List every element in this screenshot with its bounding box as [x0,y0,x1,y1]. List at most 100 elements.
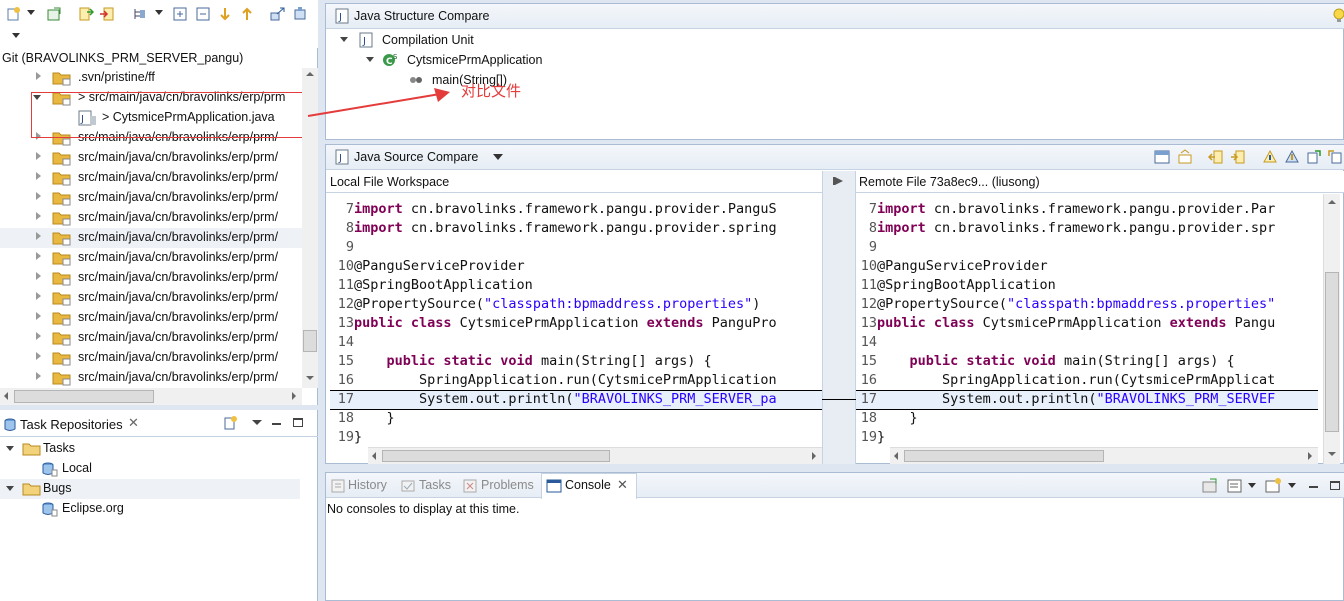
chevron-down-icon[interactable] [155,10,163,15]
scroll-down-icon[interactable] [306,376,314,380]
scroll-right-icon[interactable] [1308,452,1312,460]
chevron-down-icon[interactable] [27,10,35,15]
copy-right-icon[interactable] [1230,149,1246,165]
tab-tasks[interactable]: Tasks [419,478,451,492]
expand-arrow-icon[interactable] [36,332,41,340]
collapse-arrow-icon[interactable] [6,446,14,451]
open-console-icon[interactable] [1227,478,1243,494]
tree-layout-icon[interactable] [132,6,148,22]
add-repository-icon[interactable] [222,415,238,431]
expand-arrow-icon[interactable] [36,152,41,160]
layout-icon[interactable] [1154,149,1170,165]
local-horizontal-scrollbar[interactable] [368,447,822,464]
remote-horizontal-scrollbar[interactable] [890,447,1318,464]
tab-console[interactable]: Console [565,478,611,492]
scroll-down-icon[interactable] [1328,452,1336,456]
scroll-thumb[interactable] [904,450,1104,462]
tree-item[interactable]: src/main/java/cn/bravolinks/erp/prm/ [0,188,302,208]
expand-arrow-icon[interactable] [36,312,41,320]
tab-history[interactable]: History [348,478,387,492]
scroll-right-icon[interactable] [812,452,816,460]
structure-class[interactable]: CytsmicePrmApplication [407,53,542,67]
commit-icon[interactable] [78,6,94,22]
scroll-left-icon[interactable] [372,452,376,460]
expand-arrow-icon[interactable] [36,352,41,360]
scroll-up-icon[interactable] [1328,200,1336,204]
open-type-icon[interactable] [46,6,62,22]
expand-arrow-icon[interactable] [340,37,348,42]
next-change-icon[interactable] [1306,149,1322,165]
next-diff-icon[interactable] [1262,149,1278,165]
close-icon[interactable]: ✕ [128,415,139,431]
tree-item[interactable]: src/main/java/cn/bravolinks/erp/prm/ [0,248,302,268]
chevron-down-icon[interactable] [1288,483,1296,488]
copy-arrow-icon[interactable] [833,175,845,187]
view-menu-chevron-icon[interactable] [12,33,20,38]
tree-item[interactable]: src/main/java/cn/bravolinks/erp/prm/ [0,308,302,328]
expand-arrow-icon[interactable] [366,57,374,62]
structure-root[interactable]: Compilation Unit [382,33,474,47]
tab-problems[interactable]: Problems [481,478,534,492]
copy-left-icon[interactable] [1208,149,1224,165]
scroll-left-icon[interactable] [4,392,8,400]
scroll-right-icon[interactable] [292,392,296,400]
collapse-arrow-icon[interactable] [6,486,14,491]
explorer-horizontal-scrollbar[interactable] [0,388,302,405]
tree-item[interactable]: src/main/java/cn/bravolinks/erp/prm/ [0,228,302,248]
expand-arrow-icon[interactable] [36,212,41,220]
close-icon[interactable]: ✕ [617,477,628,493]
tree-item[interactable]: src/main/java/cn/bravolinks/erp/prm/ [0,328,302,348]
tree-item[interactable]: src/main/java/cn/bravolinks/erp/prm/ [0,288,302,308]
tree-item[interactable]: src/main/java/cn/bravolinks/erp/prm/ [0,208,302,228]
arrow-down-icon[interactable] [217,6,233,22]
tree-item[interactable]: src/main/java/cn/bravolinks/erp/prm/ [0,368,302,388]
source-vertical-scrollbar[interactable] [1323,194,1340,464]
maximize-icon[interactable] [293,418,303,427]
maximize-icon[interactable] [1330,481,1340,490]
scroll-thumb[interactable] [1325,272,1339,432]
tree-item[interactable]: src/main/java/cn/bravolinks/erp/prm/ [0,268,302,288]
minimize-icon[interactable] [272,423,281,425]
scroll-up-icon[interactable] [306,72,314,76]
scroll-thumb[interactable] [382,450,610,462]
scroll-thumb[interactable] [303,330,317,352]
view-menu-chevron-icon[interactable] [252,420,262,425]
expand-arrow-icon[interactable] [36,252,41,260]
arrow-up-icon[interactable] [239,6,255,22]
new-console-icon[interactable] [1265,478,1281,494]
collapse-all-icon[interactable] [195,6,211,22]
expand-arrow-icon[interactable] [36,232,41,240]
expand-arrow-icon[interactable] [36,372,41,380]
update-icon[interactable] [99,6,115,22]
task-category[interactable]: Tasks [0,439,300,459]
expand-arrow-icon[interactable] [36,172,41,180]
display-console-icon[interactable] [1202,478,1218,494]
expand-arrow-icon[interactable] [36,292,41,300]
scroll-thumb[interactable] [14,390,154,403]
link-editor-icon[interactable] [270,6,286,22]
expand-all-icon[interactable] [172,6,188,22]
chevron-down-icon[interactable] [493,154,503,160]
chevron-down-icon[interactable] [1248,483,1256,488]
sync-icon[interactable] [1177,149,1193,165]
tree-item[interactable]: src/main/java/cn/bravolinks/erp/prm/ [0,148,302,168]
scroll-left-icon[interactable] [894,452,898,460]
new-wizard-icon[interactable] [6,6,22,22]
prev-change-icon[interactable] [1328,149,1344,165]
tree-item[interactable]: .svn/pristine/ff [0,68,302,88]
task-category[interactable]: Bugs [0,479,300,499]
tree-item[interactable]: src/main/java/cn/bravolinks/erp/prm/ [0,168,302,188]
task-repository[interactable]: Eclipse.org [0,499,300,519]
local-code-editor[interactable]: 7import cn.bravolinks.framework.pangu.pr… [334,200,822,448]
remote-code-editor[interactable]: 7import cn.bravolinks.framework.pangu.pr… [857,200,1318,448]
expand-arrow-icon[interactable] [36,272,41,280]
tree-item[interactable]: src/main/java/cn/bravolinks/erp/prm/ [0,348,302,368]
prev-diff-icon[interactable] [1284,149,1300,165]
expand-arrow-icon[interactable] [36,72,41,80]
lightbulb-icon[interactable] [1331,8,1344,24]
expand-arrow-icon[interactable] [36,192,41,200]
pin-icon[interactable] [292,6,308,22]
minimize-icon[interactable] [1309,486,1318,488]
task-repository[interactable]: Local [0,459,300,479]
task-repositories-tab[interactable]: Task Repositories ✕ [0,412,150,436]
